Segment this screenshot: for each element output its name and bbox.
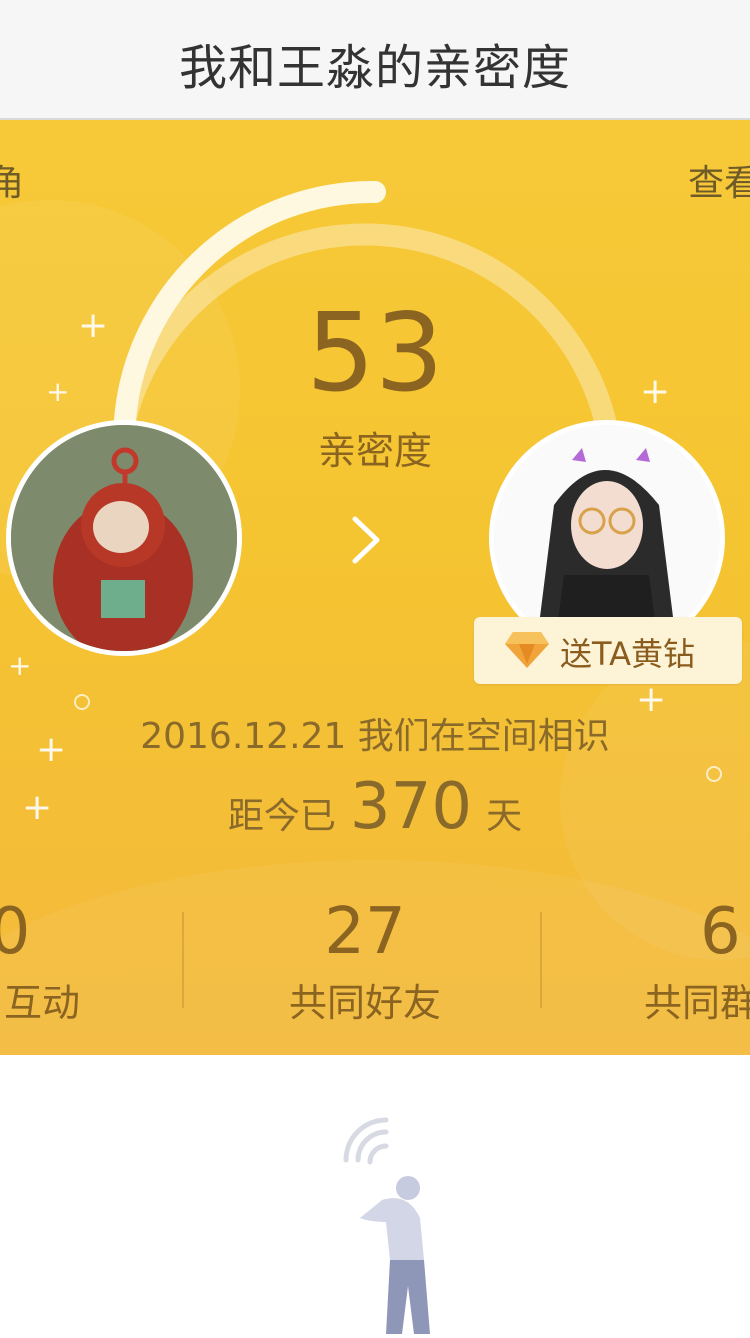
avatar-self[interactable] bbox=[6, 420, 242, 656]
stat-interaction[interactable]: 0 互动 bbox=[0, 900, 140, 1027]
stat-label: 共同好友 bbox=[288, 981, 441, 1025]
stat-common-friends[interactable]: 27 共同好友 bbox=[235, 900, 495, 1027]
days-unit: 天 bbox=[486, 796, 523, 837]
stat-label: 互动 bbox=[3, 981, 80, 1025]
stat-value: 27 bbox=[324, 895, 406, 969]
stat-value: 0 bbox=[0, 895, 31, 969]
sparkle-icon: + bbox=[22, 787, 53, 828]
chevron-right-icon[interactable] bbox=[345, 513, 385, 571]
intimacy-score: 53 bbox=[306, 291, 444, 416]
ring-decoration bbox=[706, 766, 722, 782]
diamond-icon bbox=[505, 632, 549, 668]
ring-decoration bbox=[74, 694, 90, 710]
nav-header: 我和王淼的亲密度 bbox=[0, 0, 750, 120]
stat-label: 共同群 bbox=[644, 981, 750, 1025]
sparkle-icon: + bbox=[636, 679, 667, 720]
stat-value: 6 bbox=[700, 895, 741, 969]
sparkle-icon: + bbox=[8, 649, 32, 682]
sparkle-icon: + bbox=[36, 729, 67, 770]
days-counter: 距今已 370 天 bbox=[0, 770, 750, 844]
page-title: 我和王淼的亲密度 bbox=[178, 40, 571, 96]
sparkle-icon: + bbox=[78, 305, 109, 346]
intimacy-hero: 角 查看 53 亲密度 送TA黄钻 2016.12.21 我们在空间相识 距今已… bbox=[0, 120, 750, 1055]
days-prefix: 距今已 bbox=[227, 796, 336, 837]
days-count: 370 bbox=[349, 770, 473, 844]
sparkle-icon: + bbox=[46, 375, 70, 408]
sparkle-icon: + bbox=[640, 371, 671, 412]
send-yellow-diamond-button[interactable]: 送TA黄钻 bbox=[474, 617, 742, 684]
stat-divider bbox=[182, 912, 184, 1008]
stat-divider bbox=[540, 912, 542, 1008]
stat-common-groups[interactable]: 6 共同群 bbox=[600, 900, 750, 1027]
gift-button-label: 送TA黄钻 bbox=[560, 635, 695, 673]
listening-person-illustration bbox=[320, 1110, 450, 1338]
